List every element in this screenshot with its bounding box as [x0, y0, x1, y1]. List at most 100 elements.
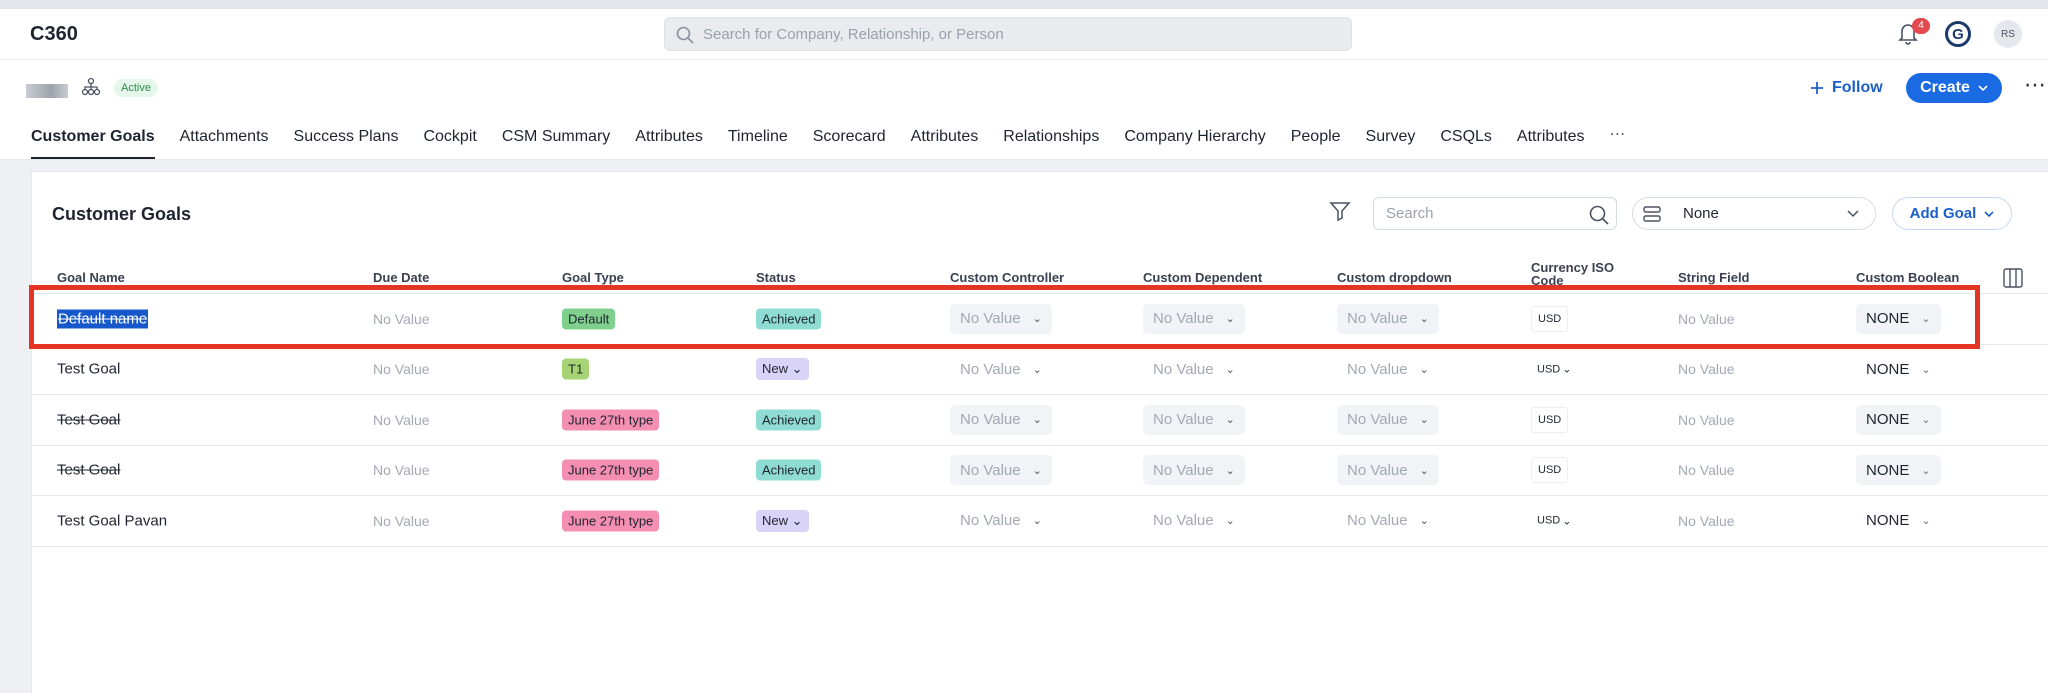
- column-settings-icon[interactable]: [2003, 268, 2023, 288]
- custom-dependent-dropdown[interactable]: No Value ⌄: [1143, 404, 1245, 435]
- goals-search[interactable]: [1373, 197, 1617, 230]
- column-header-custom-controller[interactable]: Custom Controller: [950, 271, 1064, 284]
- currency-field[interactable]: USD ⌄: [1531, 357, 1577, 382]
- goal-name[interactable]: Test Goal: [57, 462, 120, 479]
- more-options-icon[interactable]: ⋯: [2024, 72, 2047, 98]
- column-header-status[interactable]: Status: [756, 271, 796, 284]
- column-header-custom-boolean[interactable]: Custom Boolean: [1856, 271, 1959, 284]
- string-field[interactable]: No Value: [1678, 462, 1735, 478]
- table-row[interactable]: Test Goal No Value June 27th type Achiev…: [32, 395, 2048, 446]
- currency-field[interactable]: USD: [1531, 457, 1569, 484]
- custom-dropdown[interactable]: No Value ⌄: [1337, 354, 1439, 384]
- custom-boolean-dropdown[interactable]: NONE ⌄: [1856, 354, 1941, 384]
- tab-customer-goals[interactable]: Customer Goals: [31, 123, 155, 159]
- custom-boolean-dropdown[interactable]: NONE ⌄: [1856, 506, 1941, 536]
- currency-field[interactable]: USD ⌄: [1531, 508, 1577, 533]
- custom-dependent-dropdown[interactable]: No Value ⌄: [1143, 354, 1245, 384]
- tab-success-plans[interactable]: Success Plans: [294, 123, 399, 159]
- tab-scorecard[interactable]: Scorecard: [813, 123, 886, 159]
- add-goal-button[interactable]: Add Goal: [1892, 197, 2012, 230]
- global-search[interactable]: [664, 17, 1352, 51]
- goal-name[interactable]: Test Goal: [57, 361, 120, 378]
- string-field[interactable]: No Value: [1678, 513, 1735, 529]
- status-chip[interactable]: New ⌄: [756, 358, 809, 381]
- status-chip[interactable]: Achieved: [756, 409, 822, 431]
- view-select[interactable]: None: [1632, 197, 1876, 230]
- goal-name[interactable]: Test Goal: [57, 411, 120, 428]
- search-icon: [1589, 205, 1609, 225]
- custom-controller-dropdown[interactable]: No Value ⌄: [950, 506, 1052, 536]
- goals-search-input[interactable]: [1386, 198, 1582, 229]
- custom-dropdown[interactable]: No Value ⌄: [1337, 404, 1439, 435]
- tab-cockpit[interactable]: Cockpit: [423, 123, 476, 159]
- follow-button[interactable]: Follow: [1800, 73, 1893, 103]
- column-header-string-field[interactable]: String Field: [1678, 271, 1750, 284]
- custom-dropdown[interactable]: No Value ⌄: [1337, 303, 1439, 334]
- string-field[interactable]: No Value: [1678, 412, 1735, 428]
- filter-icon[interactable]: [1329, 200, 1351, 222]
- column-header-custom-dependent[interactable]: Custom Dependent: [1143, 271, 1262, 284]
- column-header-due-date[interactable]: Due Date: [373, 271, 429, 284]
- chevron-down-icon: ⌄: [1225, 313, 1235, 326]
- status-chip[interactable]: Achieved: [756, 459, 822, 481]
- chevron-down-icon: ⌄: [1032, 313, 1042, 326]
- tab-relationships[interactable]: Relationships: [1003, 123, 1099, 159]
- tab-csqls[interactable]: CSQLs: [1440, 123, 1492, 159]
- string-field[interactable]: No Value: [1678, 361, 1735, 377]
- tab-attributes-2[interactable]: Attributes: [911, 123, 979, 159]
- custom-boolean-dropdown[interactable]: NONE ⌄: [1856, 455, 1941, 486]
- goal-type-chip[interactable]: T1: [562, 358, 590, 380]
- goal-type-chip[interactable]: Default: [562, 308, 616, 330]
- dropdown-value: NONE: [1866, 310, 1910, 328]
- custom-controller-dropdown[interactable]: No Value ⌄: [950, 354, 1052, 384]
- tab-people[interactable]: People: [1291, 123, 1341, 159]
- brand-logo[interactable]: G: [1945, 21, 1971, 47]
- currency-field[interactable]: USD: [1531, 406, 1569, 433]
- tab-attributes[interactable]: Attributes: [635, 123, 703, 159]
- table-row[interactable]: Test Goal No Value June 27th type Achiev…: [32, 446, 2048, 496]
- goal-type-chip[interactable]: June 27th type: [562, 510, 660, 532]
- due-date[interactable]: No Value: [373, 513, 430, 529]
- string-field[interactable]: No Value: [1678, 311, 1735, 327]
- custom-controller-dropdown[interactable]: No Value ⌄: [950, 455, 1052, 486]
- global-search-input[interactable]: [703, 18, 1333, 50]
- custom-dependent-dropdown[interactable]: No Value ⌄: [1143, 506, 1245, 536]
- tab-timeline[interactable]: Timeline: [728, 123, 788, 159]
- tab-attributes-3[interactable]: Attributes: [1517, 123, 1585, 159]
- tab-company-hierarchy[interactable]: Company Hierarchy: [1124, 123, 1265, 159]
- currency-field[interactable]: USD: [1531, 305, 1569, 332]
- due-date[interactable]: No Value: [373, 462, 430, 478]
- user-avatar[interactable]: RS: [1994, 20, 2022, 48]
- column-header-custom-dropdown[interactable]: Custom dropdown: [1337, 271, 1452, 284]
- tab-bar: Customer Goals Attachments Success Plans…: [31, 123, 1627, 159]
- due-date[interactable]: No Value: [373, 412, 430, 428]
- status-chip[interactable]: Achieved: [756, 308, 822, 330]
- custom-controller-dropdown[interactable]: No Value ⌄: [950, 303, 1052, 334]
- custom-dependent-dropdown[interactable]: No Value ⌄: [1143, 303, 1245, 334]
- column-header-goal-type[interactable]: Goal Type: [562, 271, 624, 284]
- column-header-currency-iso-code[interactable]: Currency ISO Code: [1531, 261, 1621, 287]
- column-header-goal-name[interactable]: Goal Name: [57, 271, 125, 284]
- status-chip[interactable]: New ⌄: [756, 509, 809, 532]
- hierarchy-icon[interactable]: [81, 77, 101, 97]
- tabs-more-icon[interactable]: ⋯: [1610, 123, 1627, 159]
- due-date[interactable]: No Value: [373, 361, 430, 377]
- goal-type-chip[interactable]: June 27th type: [562, 409, 660, 431]
- due-date[interactable]: No Value: [373, 311, 430, 327]
- tab-survey[interactable]: Survey: [1366, 123, 1416, 159]
- tab-attachments[interactable]: Attachments: [180, 123, 269, 159]
- table-row[interactable]: Default name No Value Default Achieved N…: [32, 294, 2048, 345]
- custom-dropdown[interactable]: No Value ⌄: [1337, 455, 1439, 486]
- custom-boolean-dropdown[interactable]: NONE ⌄: [1856, 303, 1941, 334]
- custom-controller-dropdown[interactable]: No Value ⌄: [950, 404, 1052, 435]
- goal-type-chip[interactable]: June 27th type: [562, 459, 660, 481]
- tab-csm-summary[interactable]: CSM Summary: [502, 123, 610, 159]
- table-row[interactable]: Test Goal No Value T1 New ⌄ No Value ⌄ No…: [32, 345, 2048, 395]
- custom-boolean-dropdown[interactable]: NONE ⌄: [1856, 404, 1941, 435]
- table-row[interactable]: Test Goal Pavan No Value June 27th type …: [32, 496, 2048, 547]
- goal-name[interactable]: Default name: [57, 309, 149, 329]
- goal-name[interactable]: Test Goal Pavan: [57, 512, 167, 529]
- custom-dropdown[interactable]: No Value ⌄: [1337, 506, 1439, 536]
- custom-dependent-dropdown[interactable]: No Value ⌄: [1143, 455, 1245, 486]
- create-button[interactable]: Create: [1906, 73, 2002, 103]
